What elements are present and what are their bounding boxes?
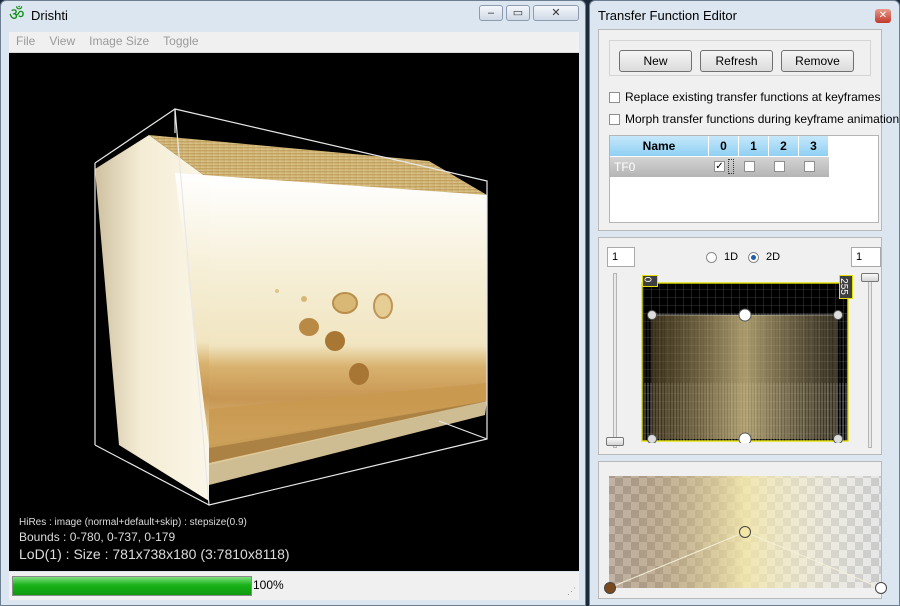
mode-2d-label: 2D: [766, 251, 781, 263]
mode-2d-radio[interactable]: [748, 252, 759, 263]
menubar: File View Image Size Toggle: [9, 32, 579, 53]
progress-label: 100%: [253, 578, 284, 592]
volume-render: [94, 108, 488, 506]
col-header-1[interactable]: 1: [739, 136, 769, 156]
right-slider-handle[interactable]: [861, 273, 879, 282]
tf-row-name: TF0: [614, 160, 636, 174]
tf-node-right[interactable]: [875, 582, 887, 594]
tf-node-peak[interactable]: [739, 526, 751, 538]
menu-file[interactable]: File: [9, 32, 42, 50]
tf0-key2-checkbox[interactable]: [774, 161, 785, 172]
tf-2d-histogram[interactable]: [635, 273, 855, 443]
new-button[interactable]: New: [619, 50, 692, 72]
table-row[interactable]: TF0 ✓: [610, 157, 829, 177]
menu-toggle[interactable]: Toggle: [156, 32, 205, 50]
menu-view[interactable]: View: [42, 32, 82, 50]
menu-image-size[interactable]: Image Size: [82, 32, 156, 50]
minimize-button[interactable]: –: [479, 5, 503, 21]
replace-checkbox[interactable]: [609, 92, 620, 103]
tf-table: Name 0 1 2 3 TF0 ✓: [609, 135, 879, 223]
tf-titlebar[interactable]: Transfer Function Editor ✕: [590, 1, 899, 29]
replace-label: Replace existing transfer functions at k…: [625, 90, 881, 104]
mode-1d-radio[interactable]: [706, 252, 717, 263]
left-value-spinbox[interactable]: 1: [607, 247, 635, 267]
range-max-label: 255: [839, 278, 849, 295]
tf0-key3-checkbox[interactable]: [804, 161, 815, 172]
progress-fill: [13, 577, 251, 595]
tf-node-left[interactable]: [604, 582, 616, 594]
main-window: ॐ Drishti – ▭ ✕ File View Image Size Toggle: [0, 0, 586, 606]
maximize-button[interactable]: ▭: [506, 5, 530, 21]
col-header-name[interactable]: Name: [610, 136, 709, 156]
tf0-key1-checkbox[interactable]: [744, 161, 755, 172]
tf-close-button[interactable]: ✕: [875, 9, 891, 23]
range-min-marker: 0: [642, 275, 658, 287]
tf-editor-window: Transfer Function Editor ✕ New Refresh R…: [589, 0, 900, 606]
render-viewport[interactable]: HiRes : image (normal+default+skip) : st…: [9, 53, 579, 571]
render-progress-bar: [12, 576, 252, 596]
refresh-button[interactable]: Refresh: [700, 50, 773, 72]
tf0-focus-marker: [728, 159, 734, 174]
col-header-3[interactable]: 3: [799, 136, 829, 156]
tf-histogram-panel: 1 1D 2D 1 0 255: [598, 237, 882, 455]
right-value-spinbox[interactable]: 1: [851, 247, 881, 267]
range-max-marker: 255: [839, 275, 853, 299]
morph-checkbox[interactable]: [609, 114, 620, 125]
status-bar: 100% ⋰: [9, 572, 579, 600]
range-min-label: 0: [643, 276, 655, 283]
left-vertical-slider[interactable]: [613, 273, 617, 448]
app-om-icon: ॐ: [9, 5, 25, 25]
tf-button-group: New Refresh Remove: [609, 40, 871, 76]
lod-info: LoD(1) : Size : 781x738x180 (3:7810x8118…: [19, 546, 290, 562]
bounds-info: Bounds : 0-780, 0-737, 0-179: [19, 530, 176, 544]
tf0-key0-checkbox[interactable]: ✓: [714, 161, 725, 172]
main-window-title: Drishti: [31, 8, 68, 23]
main-titlebar[interactable]: ॐ Drishti – ▭ ✕: [1, 1, 585, 29]
remove-button[interactable]: Remove: [781, 50, 854, 72]
hires-info: HiRes : image (normal+default+skip) : st…: [19, 517, 247, 528]
close-window-button[interactable]: ✕: [533, 5, 579, 21]
tf-gradient-panel: [598, 461, 887, 599]
tf-window-title: Transfer Function Editor: [598, 8, 737, 23]
morph-label: Morph transfer functions during keyframe…: [625, 112, 900, 126]
tf-list-panel: New Refresh Remove Replace existing tran…: [598, 29, 899, 231]
mode-1d-label: 1D: [724, 251, 739, 263]
left-slider-handle[interactable]: [606, 437, 624, 446]
col-header-0[interactable]: 0: [709, 136, 739, 156]
col-header-2[interactable]: 2: [769, 136, 799, 156]
resize-grip-icon[interactable]: ⋰: [567, 586, 576, 597]
right-vertical-slider[interactable]: [868, 273, 872, 448]
